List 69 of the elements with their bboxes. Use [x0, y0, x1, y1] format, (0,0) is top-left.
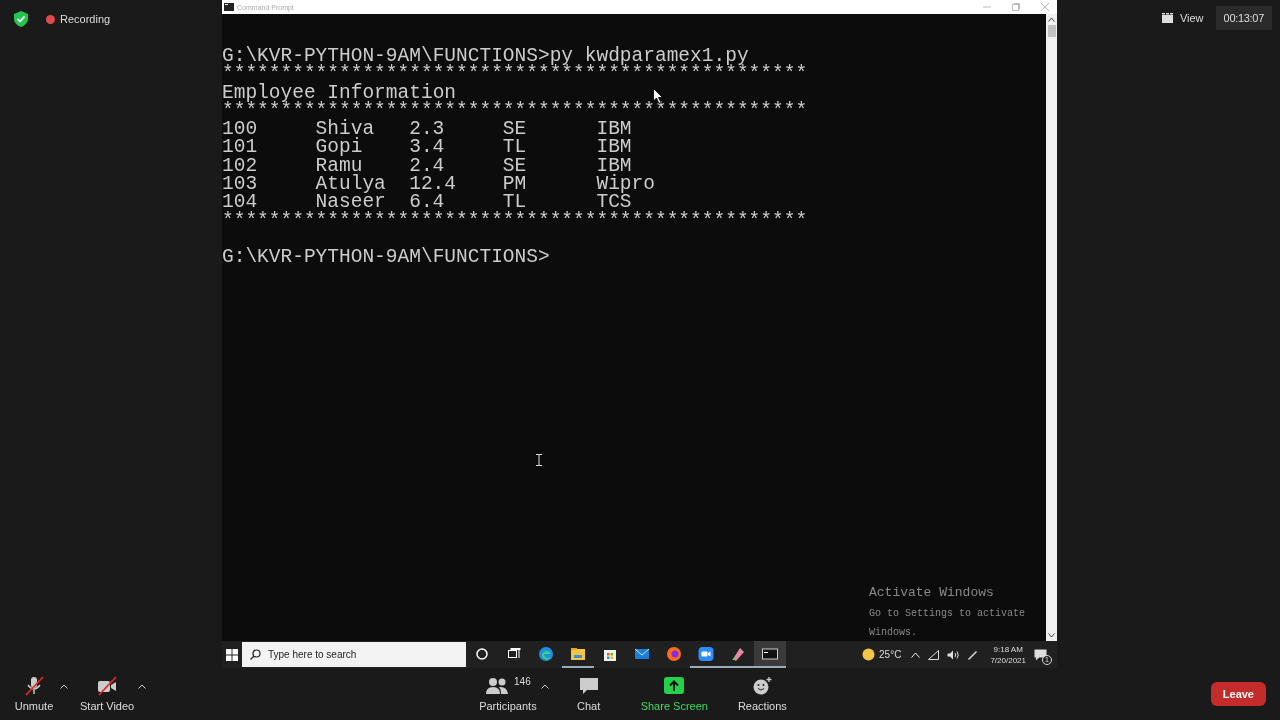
table-cell: TCS: [596, 193, 632, 212]
video-camera-icon: [698, 645, 714, 662]
unmute-button[interactable]: Unmute: [0, 672, 68, 716]
table-cell-text: 2.4: [409, 156, 445, 176]
layout-icon: [1161, 13, 1173, 23]
console-line: Employee Information: [222, 83, 457, 102]
console-line: **************************************************: [222, 65, 808, 84]
temperature-label[interactable]: 25°C: [879, 649, 902, 660]
table-cell-text: SE: [502, 120, 528, 139]
table-cell: IBM: [596, 120, 632, 139]
table-cell-text: Naseer: [315, 193, 386, 212]
caret-icon[interactable]: [138, 684, 147, 689]
recording-label: Recording: [60, 13, 111, 25]
table-cell-text: 3.4: [409, 138, 446, 157]
recording-dot-icon: [46, 14, 55, 24]
table-cell-text: TL: [502, 138, 528, 157]
start-video-button[interactable]: Start Video: [68, 672, 147, 716]
table-cell: IBM: [596, 138, 632, 157]
pen-icon[interactable]: [967, 649, 979, 660]
activation-text: Go to Settings to activate Windows.: [869, 607, 1027, 640]
reactions-button[interactable]: Reactions: [725, 672, 799, 716]
scrollbar[interactable]: [1046, 14, 1057, 641]
leave-button[interactable]: Leave: [1210, 682, 1266, 706]
table-cell-text: 103: [222, 175, 259, 194]
clock-time[interactable]: 9:18 AM: [993, 643, 1023, 655]
participants-button[interactable]: 146 Participants: [467, 672, 549, 716]
text-cursor-icon: [536, 454, 542, 466]
console-line: **************************************************: [222, 211, 808, 230]
taskbar-app-button[interactable]: [754, 641, 786, 668]
circle-icon: [474, 645, 490, 662]
table-cell-text: SE: [502, 156, 528, 176]
table-cell-text: 102: [222, 156, 259, 176]
chevron-up-icon[interactable]: [911, 651, 921, 658]
table-cell-text: 12.4: [409, 175, 458, 194]
folder-icon: [570, 645, 586, 662]
shield-icon: [14, 11, 28, 27]
table-cell-text: Gopi: [315, 138, 364, 157]
app-logo-icon: [538, 645, 554, 662]
chat-button[interactable]: Chat: [554, 672, 623, 716]
table-cell-text: 2.3: [409, 120, 446, 139]
table-cell-text: TL: [502, 193, 527, 212]
view-button[interactable]: View: [1155, 8, 1210, 28]
scroll-up-icon[interactable]: [1048, 17, 1055, 22]
meeting-timer: 00:13:07: [1215, 6, 1272, 30]
table-cell-text: 101: [222, 138, 259, 157]
caret-icon[interactable]: [60, 684, 68, 689]
caret-icon[interactable]: [540, 684, 549, 689]
table-cell-text: PM: [502, 175, 528, 194]
participant-count: 146: [514, 676, 531, 687]
table-cell-text: Atulya: [315, 175, 387, 194]
scroll-thumb[interactable]: [1047, 25, 1056, 37]
brush-icon: [730, 645, 746, 662]
app-logo-icon: [666, 645, 682, 662]
network-icon[interactable]: [928, 649, 940, 660]
table-cell: Wipro: [596, 175, 655, 194]
activation-title: Activate Windows: [869, 584, 995, 602]
weather-sun-icon[interactable]: [862, 648, 876, 661]
table-cell-text: 100: [222, 120, 259, 139]
terminal-icon: [762, 645, 778, 662]
table-cell-text: 104: [222, 193, 258, 212]
scroll-down-icon[interactable]: [1048, 633, 1055, 638]
windows-start-icon[interactable]: [226, 648, 238, 661]
console-line: G:\KVR-PYTHON-9AM\FUNCTIONS>: [222, 248, 550, 267]
clock-date[interactable]: 7/20/2021: [990, 654, 1026, 666]
speaker-icon[interactable]: [947, 649, 960, 660]
taskbar-search-field[interactable]: Type here to search: [242, 642, 466, 667]
notification-icon[interactable]: [1034, 648, 1047, 661]
share-button[interactable]: Share Screen: [628, 672, 720, 716]
table-cell-text: 6.4: [409, 193, 445, 212]
